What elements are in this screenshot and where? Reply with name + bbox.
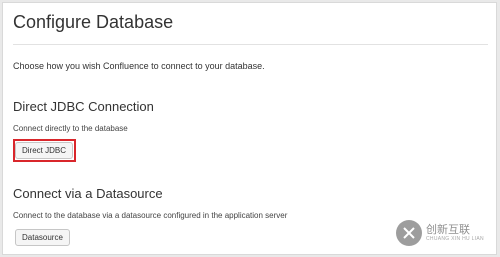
datasource-section-heading: Connect via a Datasource: [13, 186, 163, 201]
watermark-text-cn: 创新互联: [426, 223, 470, 236]
page-title: Configure Database: [13, 12, 174, 32]
intro-text: Choose how you wish Confluence to connec…: [13, 61, 265, 71]
watermark-logo-icon: [396, 220, 422, 246]
jdbc-description: Connect directly to the database: [13, 124, 128, 133]
title-divider: [13, 44, 488, 45]
datasource-button[interactable]: Datasource: [15, 229, 70, 246]
direct-jdbc-button[interactable]: Direct JDBC: [15, 142, 74, 159]
datasource-description: Connect to the database via a datasource…: [13, 211, 288, 220]
watermark-text: 创新互联 CHUANG XIN HU LIAN: [426, 224, 484, 242]
jdbc-section-heading: Direct JDBC Connection: [13, 99, 154, 114]
watermark: 创新互联 CHUANG XIN HU LIAN: [396, 218, 496, 248]
watermark-text-en: CHUANG XIN HU LIAN: [426, 236, 484, 242]
